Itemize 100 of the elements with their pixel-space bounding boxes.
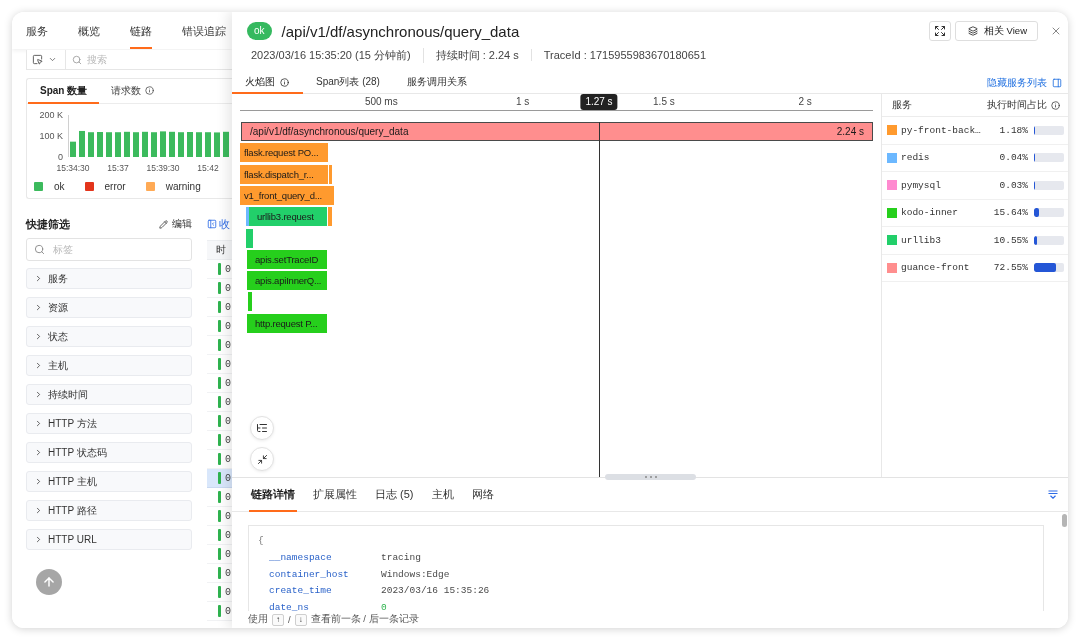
status-bar-icon [218, 605, 221, 617]
filter-item[interactable]: HTTP 路径 [26, 500, 192, 521]
y-axis [68, 114, 69, 158]
view-tab[interactable]: Span列表 (28) [303, 72, 394, 94]
view-tab[interactable]: 火焰图 [232, 72, 303, 94]
span-bar[interactable]: flask.request PO... [240, 143, 328, 163]
table-row[interactable]: 0 [207, 507, 232, 526]
shrink-button[interactable] [250, 447, 274, 471]
detail-tab[interactable]: 网络 [469, 478, 496, 512]
table-row[interactable]: 0 [207, 279, 232, 298]
status-bar-icon [218, 377, 221, 389]
detail-tab[interactable]: 日志 (5) [373, 478, 416, 512]
table-row[interactable]: 0 [207, 412, 232, 431]
table-row[interactable]: 0 [207, 488, 232, 507]
span-bar[interactable]: /api/v1/df/asynchronous/query_data 2.24 s [241, 122, 873, 141]
scrollbar-thumb[interactable] [1062, 514, 1067, 527]
scroll-top-button[interactable] [36, 569, 62, 595]
status-badge: ok [247, 22, 272, 40]
table-row[interactable]: 0 [207, 393, 232, 412]
table-row[interactable]: 0 [207, 450, 232, 469]
span-bar[interactable]: v1_front_query_d... [240, 185, 334, 205]
nav-tab[interactable]: 概览 [78, 24, 100, 49]
chart-bar [124, 131, 130, 157]
table-row[interactable]: 0 [207, 602, 232, 621]
collapse-button[interactable]: 收 [207, 217, 232, 231]
span-bar[interactable]: flask.dispatch_r... [240, 164, 328, 184]
table-row[interactable]: 0 [207, 298, 232, 317]
cursor-square-icon [32, 54, 43, 65]
span-bar[interactable] [329, 164, 332, 184]
table-row[interactable]: 0 [207, 336, 232, 355]
fullscreen-button[interactable] [928, 21, 951, 41]
table-cell: 0 [225, 548, 231, 560]
table-row[interactable]: 0 [207, 374, 232, 393]
chart-tab[interactable]: 请求数 [99, 79, 167, 104]
field-key: __namespace [269, 552, 381, 564]
table-cell: 0 [225, 605, 231, 617]
filter-item[interactable]: 状态 [26, 326, 192, 347]
span-bar[interactable] [246, 207, 249, 227]
table-cell: 0 [225, 282, 231, 294]
status-bar-icon [218, 339, 221, 351]
resize-handle[interactable] [605, 474, 696, 480]
collapse-icon [1048, 490, 1058, 499]
trace-title: /api/v1/df/asynchronous/query_data [281, 22, 520, 40]
detail-tab[interactable]: 扩展属性 [311, 478, 359, 512]
status-bar-icon [218, 358, 221, 370]
filter-item[interactable]: 主机 [26, 355, 192, 376]
detail-tab[interactable]: 主机 [429, 478, 456, 512]
field-value: Windows:Edge [381, 568, 450, 580]
chart-bar [223, 131, 229, 157]
related-view-button[interactable]: 相关 View [954, 21, 1038, 41]
legend-label: error [104, 180, 126, 192]
chart-bar [88, 132, 94, 157]
service-name: pymysql [901, 179, 942, 191]
table-row[interactable]: 0 [207, 260, 232, 279]
table-row[interactable]: 0 [207, 583, 232, 602]
search-field[interactable]: 搜索 [87, 50, 232, 69]
span-bar[interactable] [328, 207, 332, 227]
tag-search-field[interactable]: 标签 [26, 238, 192, 261]
span-bar[interactable]: urllib3.request [249, 207, 327, 227]
collapse-all-button[interactable] [1048, 490, 1058, 499]
filter-item[interactable]: 资源 [26, 297, 192, 318]
chart-bar [151, 132, 157, 157]
detail-tab[interactable]: 链路详情 [249, 478, 297, 512]
field-value: 0 [381, 601, 387, 611]
close-button[interactable] [1050, 25, 1062, 37]
chart-bar [133, 132, 139, 157]
span-bar[interactable]: apis.setTraceID [247, 249, 327, 269]
table-row[interactable]: 0 [207, 317, 232, 336]
edit-button[interactable]: 编辑 [159, 217, 192, 231]
filter-item[interactable]: 服务 [26, 268, 192, 289]
table-cell: 0 [225, 377, 231, 389]
nav-tab[interactable]: 服务 [26, 24, 48, 49]
axis-tick-label: 2 s [798, 96, 812, 107]
field-value: 2023/03/16 15:35:26 [381, 585, 490, 597]
span-bar[interactable]: http.request P... [247, 313, 327, 333]
table-row[interactable]: 0 [207, 545, 232, 564]
table-row[interactable]: 0 [207, 469, 232, 488]
filter-item[interactable]: 持续时间 [26, 384, 192, 405]
nav-tab[interactable]: 错误追踪 [182, 24, 226, 49]
axis-label: 15:42 [197, 163, 219, 173]
hide-services-link[interactable]: 隐藏服务列表 [987, 72, 1062, 93]
filter-item[interactable]: HTTP 状态码 [26, 442, 192, 463]
cursor-time-label: 1.27 s [580, 94, 618, 110]
span-bar[interactable] [246, 228, 253, 248]
table-cell: 0 [225, 415, 231, 427]
filter-item[interactable]: HTTP 主机 [26, 471, 192, 492]
filter-item[interactable]: HTTP 方法 [26, 413, 192, 434]
hint-text: 使用 [248, 613, 268, 626]
table-row[interactable]: 0 [207, 526, 232, 545]
list-view-button[interactable] [250, 416, 274, 440]
table-row[interactable]: 0 [207, 564, 232, 583]
chart-bar [70, 141, 76, 157]
filter-item[interactable]: HTTP URL [26, 529, 192, 550]
chart-tab[interactable]: Span 数量 [28, 79, 100, 104]
table-row[interactable]: 0 [207, 355, 232, 374]
span-bar[interactable]: apis.apiInnerQ... [247, 271, 327, 291]
close-icon [1050, 25, 1062, 37]
span-bar[interactable] [248, 292, 252, 312]
table-row[interactable]: 0 [207, 431, 232, 450]
view-tab[interactable]: 服务调用关系 [393, 72, 481, 94]
